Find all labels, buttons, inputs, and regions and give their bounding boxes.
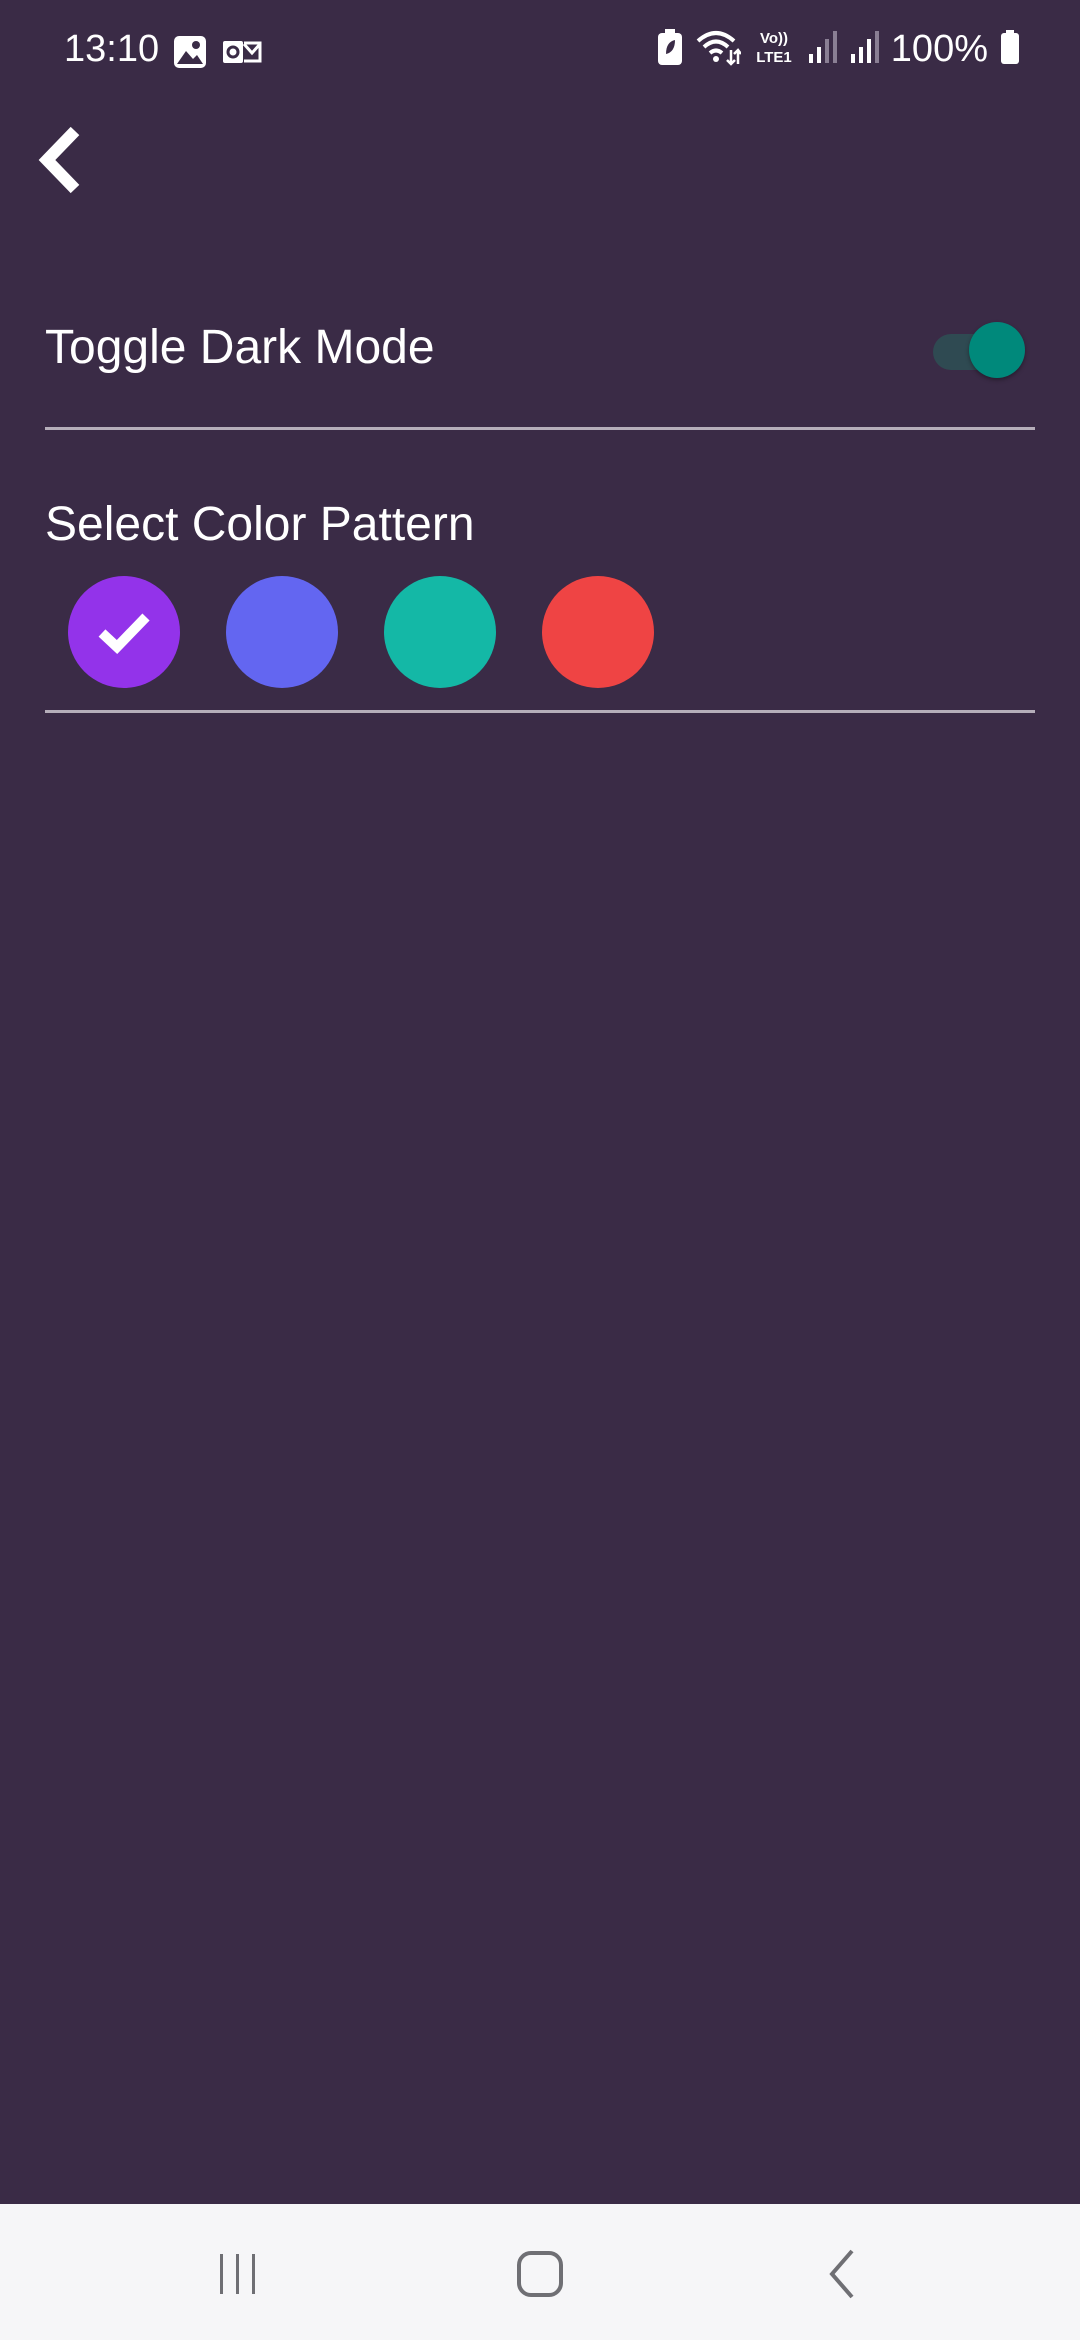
home-button[interactable] xyxy=(490,2224,590,2324)
dark-mode-toggle[interactable] xyxy=(933,322,1025,378)
status-right-icons: Vo)) LTE1 100% xyxy=(657,28,1020,71)
color-swatch-purple[interactable] xyxy=(68,576,180,688)
signal-icon xyxy=(849,30,879,69)
recent-apps-icon xyxy=(220,2254,255,2294)
battery-saver-icon xyxy=(657,28,683,71)
color-pattern-row: Select Color Pattern xyxy=(45,470,1035,713)
color-swatch-teal[interactable] xyxy=(384,576,496,688)
status-left-icons xyxy=(172,34,262,75)
battery-percentage: 100% xyxy=(890,28,988,70)
color-pattern-label: Select Color Pattern xyxy=(45,498,475,551)
navigation-bar xyxy=(0,2204,1080,2340)
signal-icon xyxy=(807,30,837,69)
chevron-left-icon xyxy=(38,126,80,194)
wifi-icon xyxy=(695,28,742,71)
back-button[interactable] xyxy=(20,120,100,200)
status-bar: 13:10 Vo)) LTE1 100% xyxy=(0,0,1080,100)
svg-text:Vo)): Vo)) xyxy=(760,30,788,47)
status-time: 13:10 xyxy=(64,28,160,70)
volte-icon: Vo)) LTE1 xyxy=(753,28,795,71)
outlook-icon xyxy=(222,34,262,75)
gallery-icon xyxy=(172,34,208,75)
dark-mode-label: Toggle Dark Mode xyxy=(45,321,435,374)
dark-mode-row: Toggle Dark Mode xyxy=(45,300,1035,430)
nav-back-button[interactable] xyxy=(792,2224,892,2324)
toggle-thumb xyxy=(969,322,1025,378)
color-swatches xyxy=(68,576,654,688)
color-swatch-indigo[interactable] xyxy=(226,576,338,688)
check-icon xyxy=(98,613,150,654)
recent-apps-button[interactable] xyxy=(188,2224,288,2324)
home-icon xyxy=(517,2251,563,2297)
svg-text:LTE1: LTE1 xyxy=(756,49,792,66)
back-icon xyxy=(829,2249,854,2299)
battery-icon xyxy=(1000,29,1020,70)
color-swatch-red[interactable] xyxy=(542,576,654,688)
